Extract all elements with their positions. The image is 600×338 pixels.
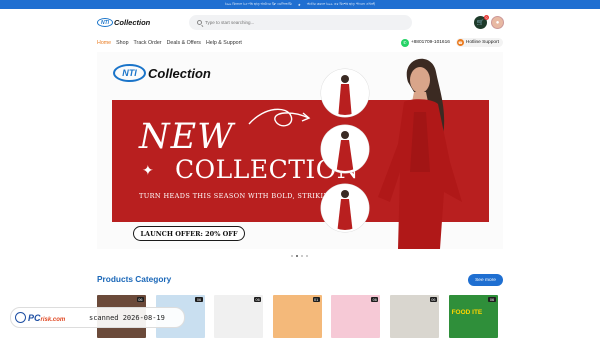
announcement-bar: ৳৯৯ কিনলে ৳৫০% ছাড় অর্ডারে ফ্রি ডেলিভার… [0, 0, 600, 9]
category-count-badge: 06 [136, 297, 144, 302]
scan-watermark: PCrisk.com scanned 2026-08-19 [10, 307, 185, 328]
headline-new: NEW [139, 117, 235, 157]
category-card[interactable]: 01 [272, 295, 322, 338]
site-logo[interactable]: NTI Collection [97, 18, 150, 27]
hotline-support-button[interactable]: ☎ Hotline Support [455, 38, 503, 47]
nav-item-track-order[interactable]: Track Order [134, 40, 162, 46]
sparkle-icon: ✦ [142, 162, 154, 178]
category-count-badge: 06 [371, 297, 379, 302]
carousel-dots [291, 255, 308, 257]
headset-icon: ☎ [456, 39, 464, 46]
category-count-badge: 06 [429, 297, 437, 302]
nav-item-deals-offers[interactable]: Deals & Offers [167, 40, 201, 46]
model-thumbnail [321, 69, 369, 117]
category-card[interactable]: 06 [389, 295, 439, 338]
phone-number: +8801709-101616 [410, 40, 450, 45]
announcement-separator-icon: ★ [297, 2, 301, 7]
pcrisk-logo: PCrisk.com [11, 312, 83, 323]
model-thumbnail [321, 184, 369, 232]
nav-item-shop[interactable]: Shop [116, 40, 128, 46]
products-category-header: Products Category See more [97, 274, 503, 288]
whatsapp-icon: ✆ [400, 38, 409, 47]
category-card[interactable]: 06 [214, 295, 264, 338]
category-count-badge: 06 [195, 297, 203, 302]
search-icon [197, 20, 202, 25]
model-image [378, 58, 462, 249]
site-header: NTI Collection 🛒 0 ● [0, 9, 600, 36]
model-thumbnail [321, 125, 369, 173]
watermark-brand: PC [28, 312, 41, 323]
see-more-button[interactable]: See more [468, 274, 503, 286]
cart-button[interactable]: 🛒 0 [474, 15, 489, 29]
category-label: FOOD ITE [451, 309, 483, 316]
cart-icon: 🛒 [476, 20, 485, 26]
user-icon: ● [495, 19, 500, 26]
category-count-badge: 06 [488, 297, 496, 302]
category-count-badge: 06 [253, 297, 262, 302]
nav-item-home[interactable]: Home [97, 40, 111, 46]
main-nav: Home Shop Track Order Deals & Offers Hel… [0, 36, 600, 49]
carousel-dot[interactable] [306, 255, 308, 257]
category-count-badge: 01 [312, 297, 320, 302]
logo-text: Collection [114, 18, 151, 27]
carousel-dot[interactable] [301, 255, 303, 257]
hotline-label: Hotline Support [465, 40, 499, 45]
watermark-brand-suffix: risk.com [40, 316, 66, 323]
announcement-text: অর্ডার করলে ৳৯৯ এর বিশেষ ছাড় পাবেন এখনই [306, 2, 376, 6]
cart-count-badge: 0 [484, 15, 489, 20]
contact-area: ✆ +8801709-101616 ☎ Hotline Support [400, 38, 503, 47]
logo-mark: NTI [97, 18, 113, 27]
banner-logo-mark: NTI [113, 64, 146, 82]
whatsapp-contact[interactable]: ✆ +8801709-101616 [400, 38, 450, 47]
search-bar[interactable] [189, 15, 412, 30]
category-card[interactable]: 06 [331, 295, 381, 338]
nav-item-help-support[interactable]: Help & Support [206, 40, 242, 46]
user-avatar[interactable]: ● [491, 16, 504, 29]
header-actions: 🛒 0 ● [474, 15, 504, 29]
hero-banner[interactable]: NTI Collection NEW ✦ COLLECTION TURN HEA… [97, 52, 503, 249]
search-input[interactable] [205, 20, 385, 25]
magnifier-icon [15, 312, 26, 323]
launch-offer-button[interactable]: LAUNCH OFFER: 20% OFF [133, 226, 245, 241]
announcement-text: ৳৯৯ কিনলে ৳৫০% ছাড় অর্ডারে ফ্রি ডেলিভার… [224, 2, 292, 6]
banner-logo-text: Collection [148, 65, 211, 81]
category-card[interactable]: 06 FOOD ITE [448, 295, 498, 338]
banner-logo: NTI Collection [113, 64, 211, 82]
carousel-dot[interactable] [291, 255, 293, 257]
swoosh-arrow-icon [248, 108, 311, 127]
carousel-dot[interactable] [296, 255, 298, 257]
section-title: Products Category [97, 274, 172, 284]
scan-date: scanned 2026-08-19 [89, 313, 165, 322]
